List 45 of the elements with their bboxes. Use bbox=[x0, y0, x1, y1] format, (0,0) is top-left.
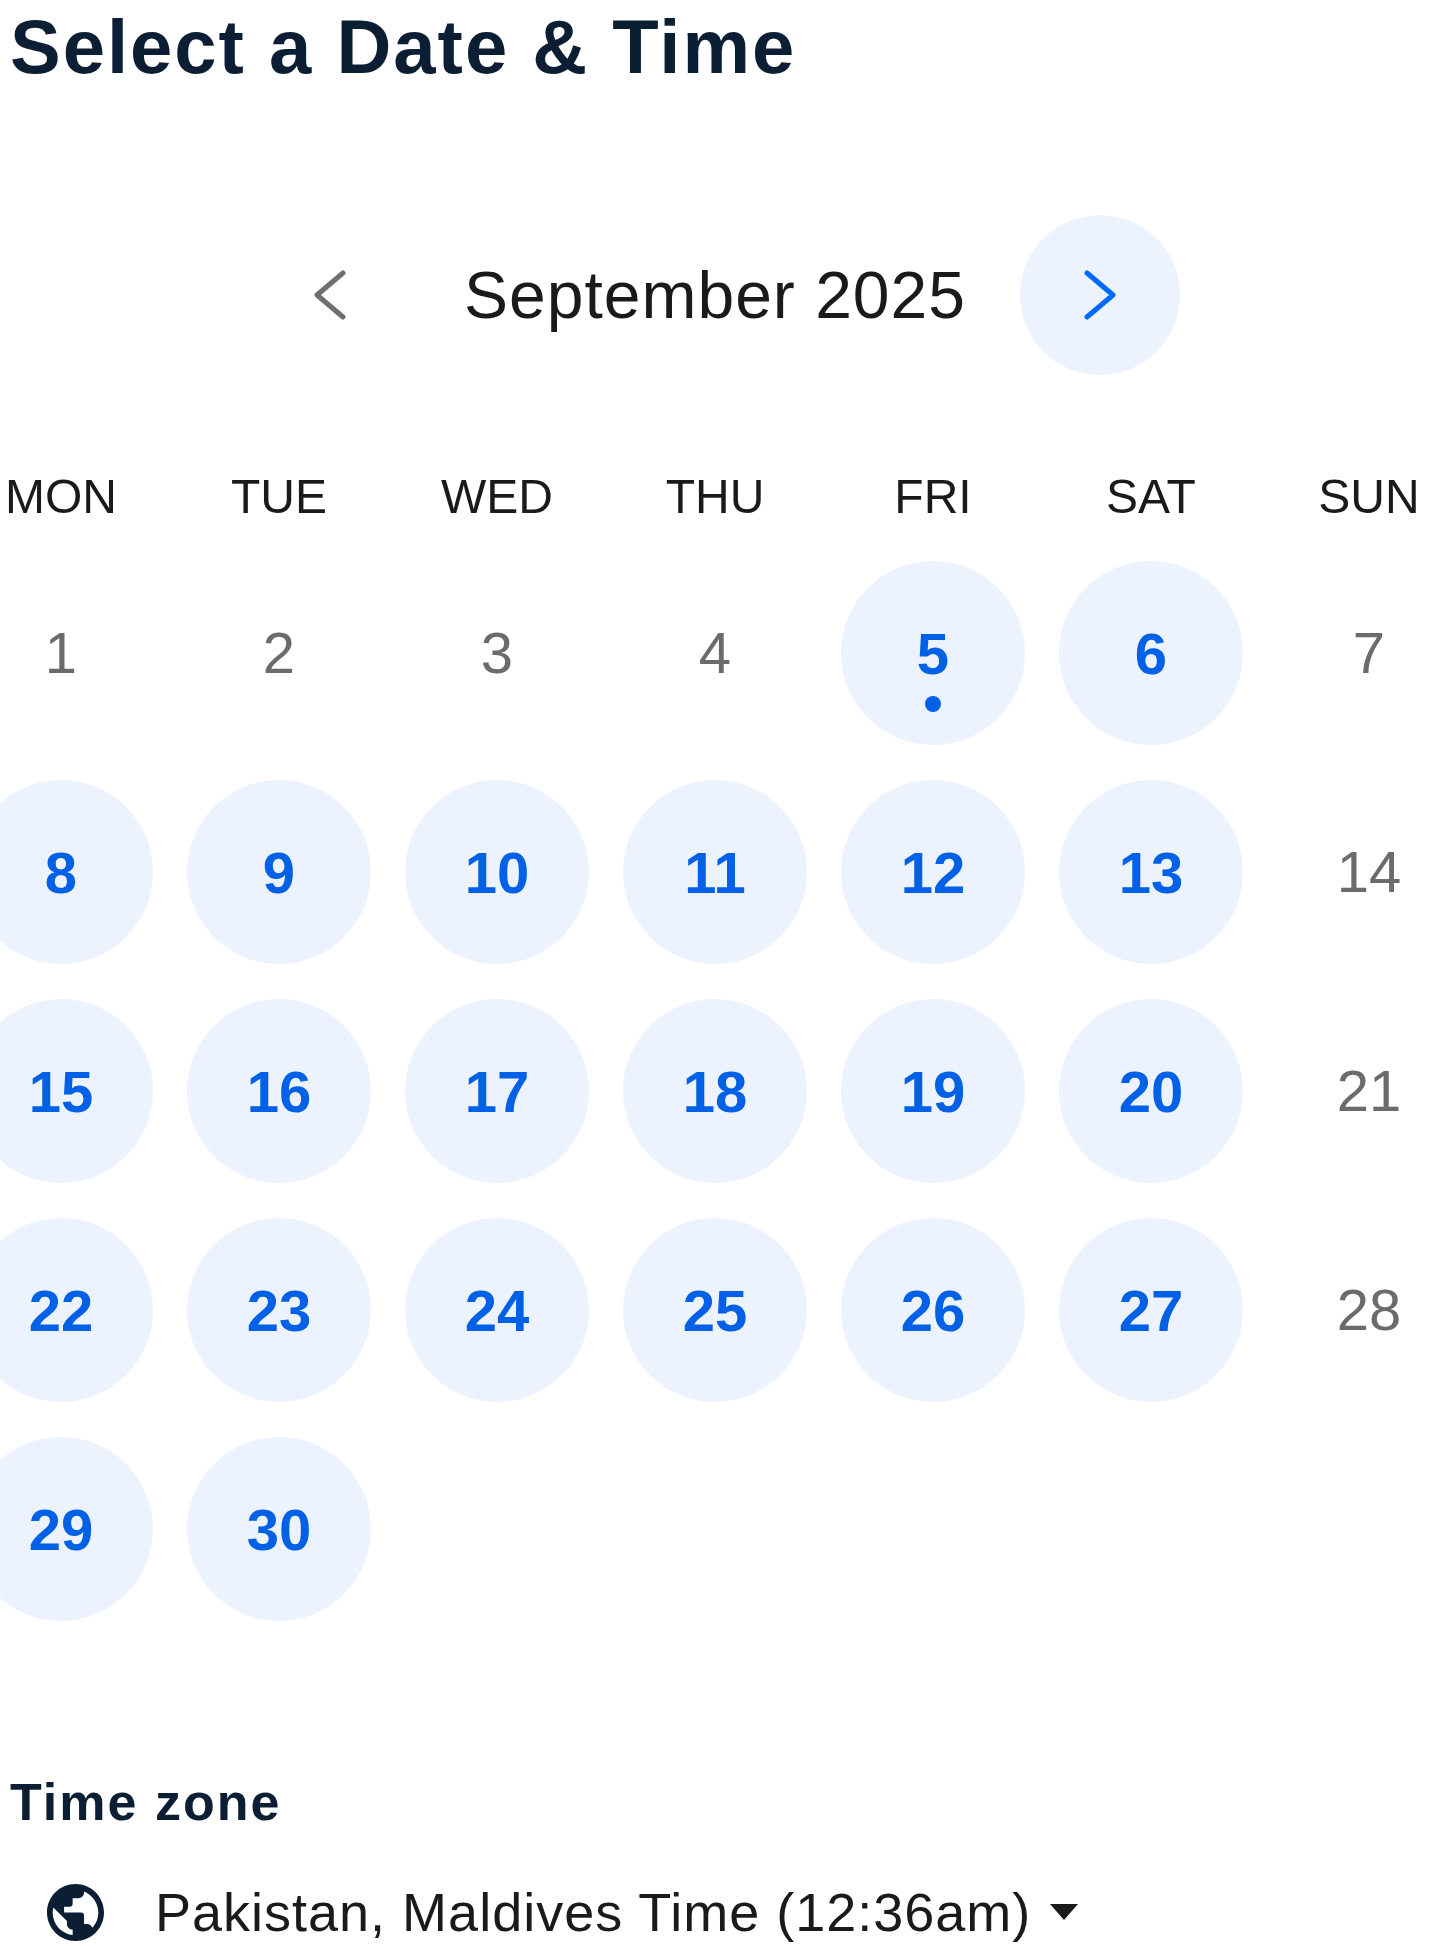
day-number: 21 bbox=[1336, 1058, 1402, 1124]
weekday-label: SAT bbox=[1106, 469, 1196, 525]
month-label: September 2025 bbox=[464, 257, 966, 333]
chevron-right-icon bbox=[1083, 270, 1117, 320]
weekday-label: TUE bbox=[231, 469, 327, 525]
day-button[interactable]: 13 bbox=[1059, 780, 1243, 964]
day-button[interactable]: 30 bbox=[187, 1437, 371, 1621]
day-button[interactable]: 5 bbox=[841, 561, 1025, 745]
time-zone-heading: Time zone bbox=[10, 1772, 282, 1832]
day-button[interactable]: 23 bbox=[187, 1218, 371, 1402]
day-button[interactable]: 15 bbox=[0, 999, 153, 1183]
caret-down-icon bbox=[1050, 1904, 1079, 1920]
day-button[interactable]: 8 bbox=[0, 780, 153, 964]
day-button[interactable]: 18 bbox=[623, 999, 807, 1183]
weekday-label: WED bbox=[441, 469, 553, 525]
day-button[interactable]: 26 bbox=[841, 1218, 1025, 1402]
day-number: 2 bbox=[262, 620, 296, 686]
weekday-label: SUN bbox=[1318, 469, 1420, 525]
day-button[interactable]: 24 bbox=[405, 1218, 589, 1402]
day-button[interactable]: 27 bbox=[1059, 1218, 1243, 1402]
day-number: 1 bbox=[44, 620, 78, 686]
day-number: 3 bbox=[480, 620, 514, 686]
day-button[interactable]: 29 bbox=[0, 1437, 153, 1621]
time-zone-dropdown[interactable]: Pakistan, Maldives Time (12:36am) bbox=[47, 1880, 1079, 1944]
day-button[interactable]: 17 bbox=[405, 999, 589, 1183]
day-button[interactable]: 25 bbox=[623, 1218, 807, 1402]
day-button[interactable]: 6 bbox=[1059, 561, 1243, 745]
day-button[interactable]: 12 bbox=[841, 780, 1025, 964]
day-number: 7 bbox=[1352, 620, 1386, 686]
weekday-label: FRI bbox=[894, 469, 972, 525]
weekday-label: THU bbox=[665, 469, 765, 525]
day-button[interactable]: 16 bbox=[187, 999, 371, 1183]
globe-icon bbox=[47, 1883, 104, 1941]
day-number: 14 bbox=[1336, 839, 1402, 905]
day-number: 4 bbox=[698, 620, 732, 686]
day-button[interactable]: 22 bbox=[0, 1218, 153, 1402]
day-button[interactable]: 20 bbox=[1059, 999, 1243, 1183]
day-button[interactable]: 11 bbox=[623, 780, 807, 964]
chevron-left-icon bbox=[313, 270, 347, 320]
day-button[interactable]: 19 bbox=[841, 999, 1025, 1183]
day-number: 28 bbox=[1336, 1277, 1402, 1343]
day-button[interactable]: 9 bbox=[187, 780, 371, 964]
weekday-label: MON bbox=[5, 469, 117, 525]
page-title: Select a Date & Time bbox=[10, 3, 797, 91]
day-button[interactable]: 10 bbox=[405, 780, 589, 964]
